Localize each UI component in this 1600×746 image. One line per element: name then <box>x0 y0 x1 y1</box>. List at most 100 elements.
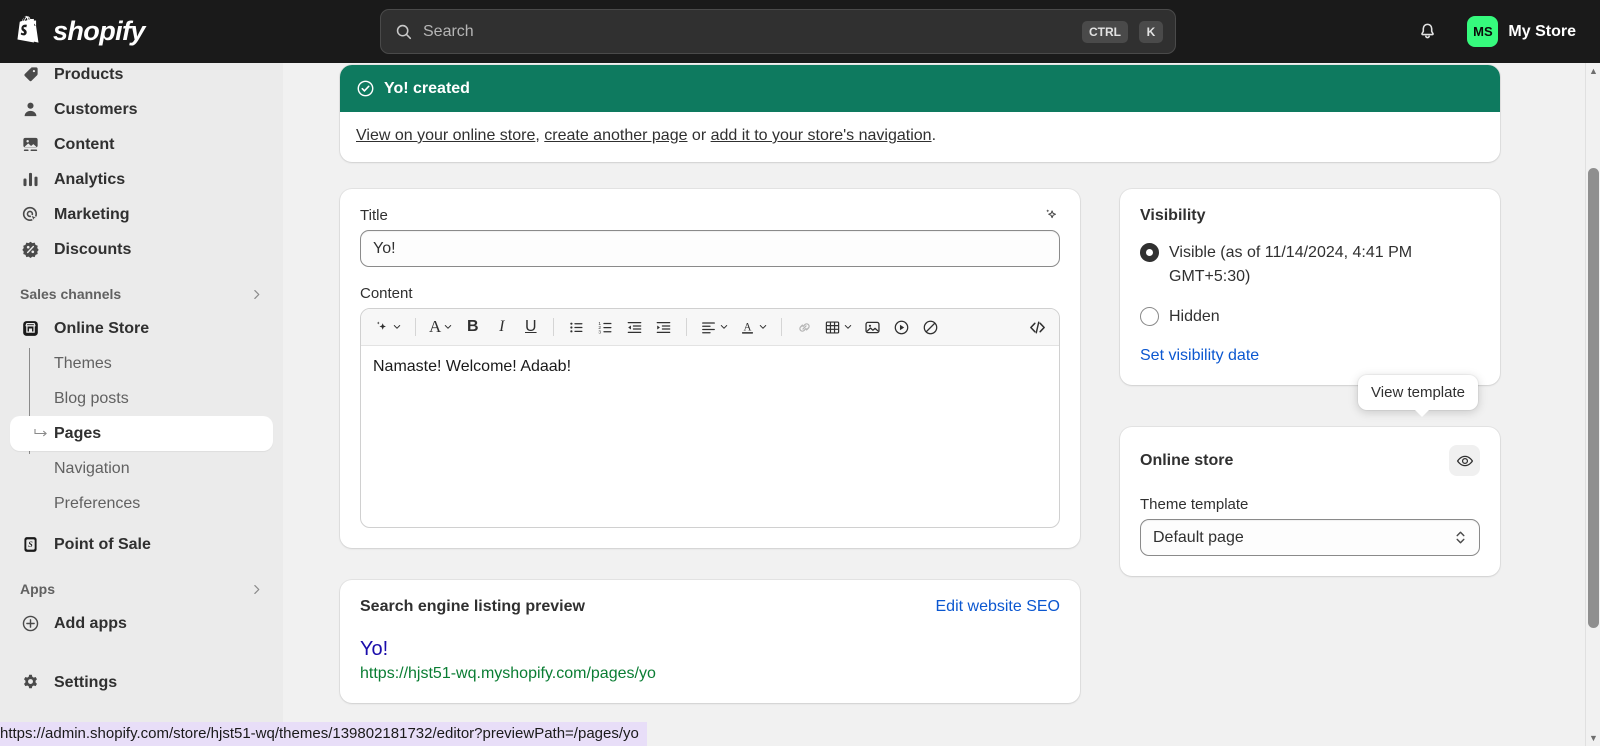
page-scrollbar[interactable]: ▲ ▼ <box>1585 63 1600 746</box>
italic-button[interactable]: I <box>488 314 515 341</box>
edit-website-seo-link[interactable]: Edit website SEO <box>936 598 1061 616</box>
clear-formatting-button[interactable] <box>917 314 944 341</box>
seo-preview-title: Search engine listing preview <box>360 598 585 615</box>
scrollbar-down-arrow[interactable]: ▼ <box>1586 730 1600 746</box>
sidebar-item-label: Products <box>54 65 124 83</box>
indent-button[interactable] <box>650 314 677 341</box>
sidebar-item-preferences[interactable]: Preferences <box>10 486 273 521</box>
scrollbar-up-arrow[interactable]: ▲ <box>1586 63 1600 79</box>
toolbar-divider <box>553 318 555 336</box>
sidebar-item-marketing[interactable]: Marketing <box>10 197 273 232</box>
text-style-glyph: A <box>429 317 442 336</box>
add-to-navigation-link[interactable]: add it to your store's navigation <box>711 127 932 144</box>
shopify-wordmark: shopify <box>53 16 145 46</box>
search-icon <box>396 24 412 40</box>
content-label: Content <box>360 285 413 302</box>
radio-hidden[interactable] <box>1140 307 1159 326</box>
sales-channels-label: Sales channels <box>20 286 122 302</box>
toolbar-divider <box>415 318 416 336</box>
editor-toolbar: A B I U 1 2 3 A <box>361 309 1059 346</box>
sidebar-item-point-of-sale[interactable]: S Point of Sale <box>10 527 273 562</box>
visibility-option-hidden[interactable]: Hidden <box>1140 305 1480 329</box>
theme-template-value: Default page <box>1153 528 1244 546</box>
view-template-tooltip: View template <box>1358 375 1478 417</box>
link-icon <box>799 322 810 332</box>
code-icon <box>1030 320 1045 334</box>
store-name-label: My Store <box>1508 22 1576 40</box>
insert-video-button[interactable] <box>888 314 915 341</box>
sidebar-section-apps[interactable]: Apps <box>10 576 273 602</box>
align-button[interactable] <box>696 314 733 341</box>
table-button[interactable] <box>820 314 857 341</box>
bulleted-list-button[interactable] <box>563 314 590 341</box>
text-color-button[interactable]: A <box>735 314 772 341</box>
sidebar-item-pages[interactable]: Pages <box>10 416 273 451</box>
seo-result-title[interactable]: Yo! <box>360 638 1060 661</box>
sidebar-item-label: Customers <box>54 100 138 118</box>
set-visibility-date-link[interactable]: Set visibility date <box>1140 347 1480 365</box>
sidebar-item-discounts[interactable]: Discounts <box>10 232 273 267</box>
success-banner-title: Yo! created <box>384 79 470 97</box>
shopify-logo[interactable]: shopify <box>14 15 354 48</box>
sidebar-section-sales-channels[interactable]: Sales channels <box>10 281 273 307</box>
underline-glyph: U <box>525 318 537 335</box>
notifications-button[interactable] <box>1409 14 1445 50</box>
tag-icon <box>20 65 40 85</box>
page-title-input[interactable] <box>360 230 1060 267</box>
text-style-button[interactable]: A <box>425 314 457 341</box>
image-icon <box>20 135 40 155</box>
sidebar-item-customers[interactable]: Customers <box>10 92 273 127</box>
sidebar-item-label: Content <box>54 135 115 153</box>
sidebar-item-navigation[interactable]: Navigation <box>10 451 273 486</box>
ai-sparkle-icon[interactable] <box>1042 207 1060 230</box>
table-icon <box>826 320 840 334</box>
seo-result-url: https://hjst51-wq.myshopify.com/pages/yo <box>360 665 656 682</box>
search-input[interactable] <box>423 22 1071 41</box>
sidebar-item-online-store[interactable]: Online Store <box>10 311 273 346</box>
visibility-option-visible[interactable]: Visible (as of 11/14/2024, 4:41 PM GMT+5… <box>1140 241 1480 289</box>
theme-template-select[interactable]: Default page <box>1140 519 1480 556</box>
underline-button[interactable]: U <box>517 314 544 341</box>
bell-icon <box>1421 23 1434 39</box>
code-view-button[interactable] <box>1024 314 1051 341</box>
chevron-down-icon <box>721 325 728 329</box>
page-details-card: Title Content <box>340 189 1080 548</box>
shopify-bag-icon <box>17 15 39 43</box>
numbered-list-button[interactable]: 1 2 3 <box>592 314 619 341</box>
bold-button[interactable]: B <box>459 314 486 341</box>
gear-icon <box>20 673 40 693</box>
align-left-icon <box>702 321 716 333</box>
link-button[interactable] <box>791 314 818 341</box>
image-icon <box>865 321 880 333</box>
sidebar-item-blog-posts[interactable]: Blog posts <box>10 381 273 416</box>
chevron-right-icon <box>254 289 260 299</box>
radio-visible[interactable] <box>1140 243 1159 262</box>
outdent-button[interactable] <box>621 314 648 341</box>
editor-content[interactable]: Namaste! Welcome! Adaab! <box>361 346 1059 527</box>
svg-text:3: 3 <box>599 329 602 335</box>
eye-icon <box>1456 455 1473 466</box>
sidebar-item-analytics[interactable]: Analytics <box>10 162 273 197</box>
global-search-bar[interactable]: CTRL K <box>380 9 1176 54</box>
sidebar-item-label: Online Store <box>54 319 150 337</box>
success-banner: Yo! created View on your online store, c… <box>340 65 1500 162</box>
svg-text:S: S <box>28 540 33 549</box>
visible-label: Visible (as of 11/14/2024, 4:41 PM GMT+5… <box>1169 244 1413 285</box>
ai-sparkle-button[interactable] <box>369 314 406 341</box>
store-account-chip[interactable]: MS My Store <box>1463 12 1586 51</box>
check-circle-icon <box>357 80 374 97</box>
sidebar-item-themes[interactable]: Themes <box>10 346 273 381</box>
insert-image-button[interactable] <box>859 314 886 341</box>
sidebar-item-add-apps[interactable]: Add apps <box>10 606 273 641</box>
kbd-k: K <box>1139 20 1163 43</box>
view-template-button[interactable] <box>1449 445 1480 476</box>
sidebar-item-products[interactable]: Products <box>10 63 273 92</box>
outdent-icon <box>627 321 642 333</box>
right-sidebar-column: Visibility Visible (as of 11/14/2024, 4:… <box>1120 189 1500 576</box>
view-on-online-store-link[interactable]: View on your online store <box>356 127 535 144</box>
create-another-page-link[interactable]: create another page <box>544 127 687 144</box>
visibility-card: Visibility Visible (as of 11/14/2024, 4:… <box>1120 189 1500 385</box>
sidebar-item-settings[interactable]: Settings <box>10 665 273 700</box>
scrollbar-thumb[interactable] <box>1588 168 1599 628</box>
sidebar-item-content[interactable]: Content <box>10 127 273 162</box>
